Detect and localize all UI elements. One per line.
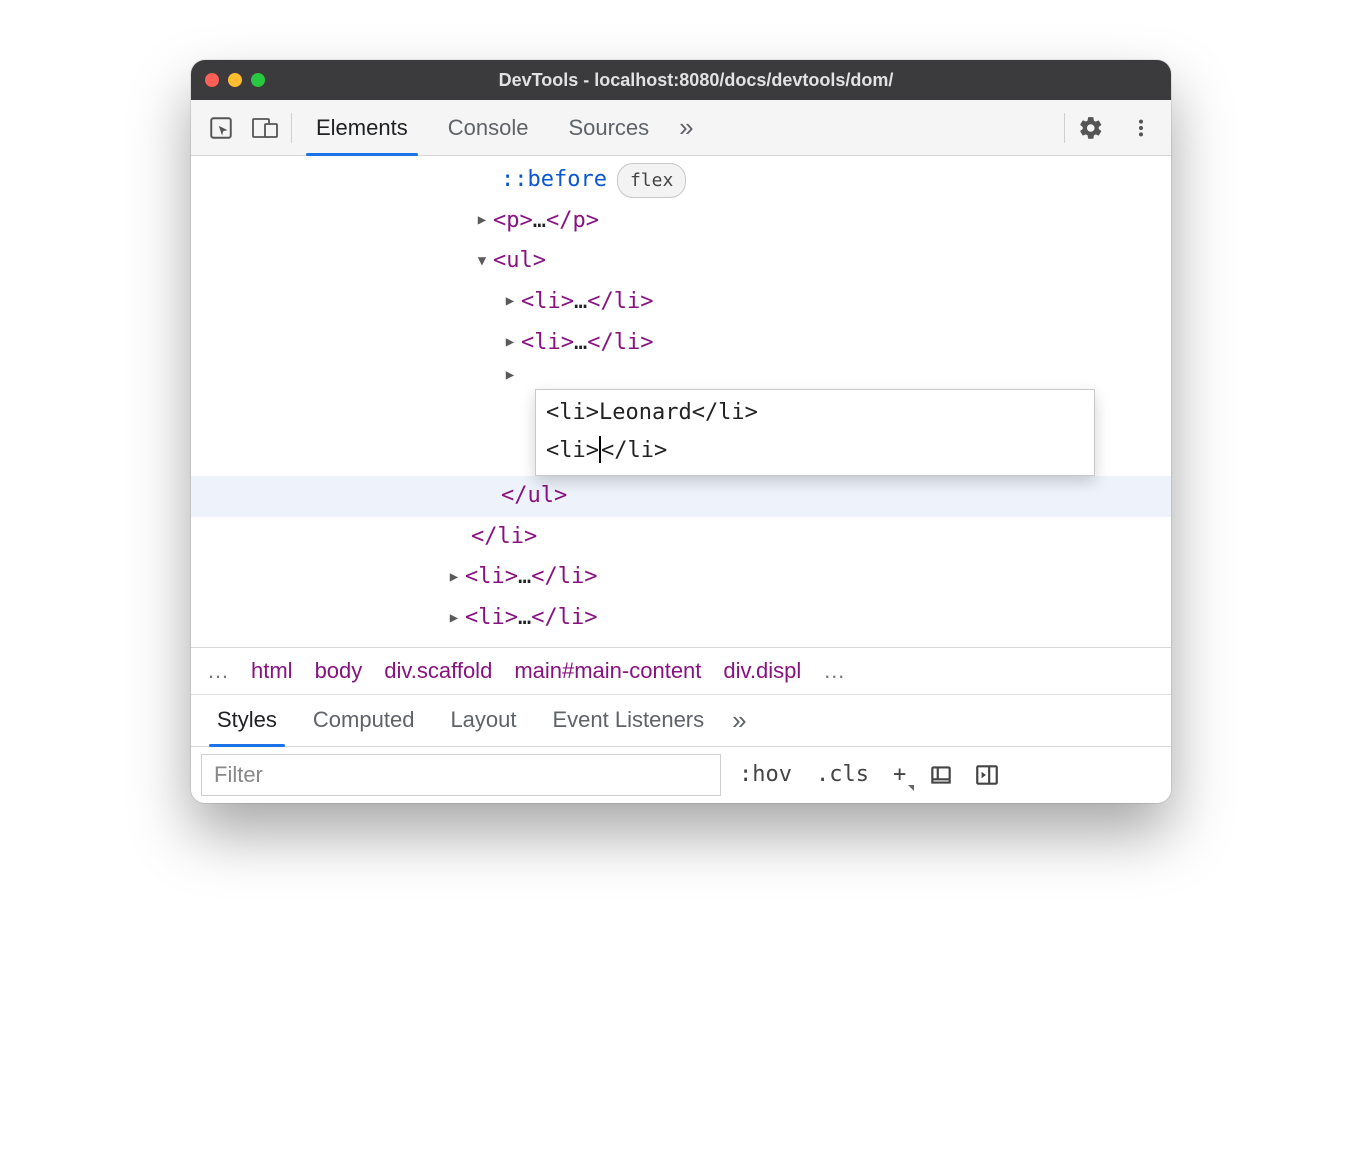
devtools-window: DevTools - localhost:8080/docs/devtools/… bbox=[191, 60, 1171, 803]
new-style-rule-button[interactable]: + bbox=[887, 753, 912, 797]
titlebar-title: DevTools - localhost:8080/docs/devtools/… bbox=[275, 70, 1117, 91]
computed-styles-icon[interactable] bbox=[924, 762, 958, 788]
hov-toggle-button[interactable]: :hov bbox=[733, 753, 798, 797]
expand-caret-icon[interactable]: ▶ bbox=[447, 606, 461, 632]
tag-ul-close: </ul> bbox=[501, 476, 567, 517]
tree-row-li-close[interactable]: </li> bbox=[191, 517, 1171, 558]
tree-row-p[interactable]: ▶ <p>…</p> bbox=[191, 201, 1171, 242]
tree-row-ul[interactable]: ▼ <ul> bbox=[191, 241, 1171, 282]
subtab-computed-label: Computed bbox=[313, 707, 415, 733]
tree-row-li[interactable]: ▶ <li>…</li> bbox=[191, 282, 1171, 323]
main-tabstrip: Elements Console Sources » bbox=[296, 100, 1060, 155]
tab-elements[interactable]: Elements bbox=[296, 100, 428, 155]
tag-li-open: <li> bbox=[465, 598, 518, 639]
subtab-layout-label: Layout bbox=[450, 707, 516, 733]
tree-row-li[interactable]: ▶ <li>…</li> bbox=[191, 323, 1171, 364]
kebab-menu-icon[interactable] bbox=[1119, 106, 1163, 150]
tag-li-open: <li> bbox=[521, 282, 574, 323]
tag-li-close: </li> bbox=[531, 598, 597, 639]
edit-seg-b: </li> bbox=[601, 438, 667, 463]
tab-elements-label: Elements bbox=[316, 115, 408, 141]
styles-filter-input[interactable] bbox=[201, 754, 721, 796]
crumb-main-content[interactable]: main#main-content bbox=[514, 658, 701, 684]
subtab-styles-label: Styles bbox=[217, 707, 277, 733]
close-window-button[interactable] bbox=[205, 73, 219, 87]
breadcrumb-ellipsis-right[interactable]: … bbox=[823, 658, 845, 684]
crumb-div-scaffold[interactable]: div.scaffold bbox=[384, 658, 492, 684]
tab-console[interactable]: Console bbox=[428, 100, 549, 155]
minimize-window-button[interactable] bbox=[228, 73, 242, 87]
subtab-event-listeners[interactable]: Event Listeners bbox=[535, 695, 723, 746]
expand-caret-icon[interactable]: ▶ bbox=[447, 565, 461, 591]
edit-line-2: <li></li> bbox=[546, 432, 1084, 469]
toolbar-divider bbox=[291, 113, 292, 143]
cls-toggle-button[interactable]: .cls bbox=[810, 753, 875, 797]
breadcrumb-ellipsis-left[interactable]: … bbox=[207, 658, 229, 684]
breadcrumb: … html body div.scaffold main#main-conte… bbox=[191, 647, 1171, 695]
ellipsis: … bbox=[518, 598, 531, 639]
tree-row-ul-close[interactable]: </ul> bbox=[191, 476, 1171, 517]
inspect-element-icon[interactable] bbox=[199, 106, 243, 150]
styles-subtabs: Styles Computed Layout Event Listeners » bbox=[191, 695, 1171, 747]
subtab-styles[interactable]: Styles bbox=[199, 695, 295, 746]
edit-seg-a: <li> bbox=[546, 438, 599, 463]
more-subtabs-chevron-icon[interactable]: » bbox=[722, 705, 756, 736]
pseudo-before: ::before bbox=[501, 160, 607, 201]
tag-li-close: </li> bbox=[587, 282, 653, 323]
tag-outer-li-close: </li> bbox=[471, 517, 537, 558]
toggle-sidebar-icon[interactable] bbox=[970, 762, 1004, 788]
subtab-computed[interactable]: Computed bbox=[295, 695, 433, 746]
ellipsis: … bbox=[533, 201, 546, 242]
collapse-caret-icon[interactable]: ▼ bbox=[475, 249, 489, 275]
subtab-layout[interactable]: Layout bbox=[432, 695, 534, 746]
tab-sources-label: Sources bbox=[568, 115, 649, 141]
titlebar: DevTools - localhost:8080/docs/devtools/… bbox=[191, 60, 1171, 100]
toolbar-divider bbox=[1064, 113, 1065, 143]
expand-caret-icon[interactable]: ▶ bbox=[503, 289, 517, 315]
tree-row-li[interactable]: ▶ <li>…</li> bbox=[191, 557, 1171, 598]
expand-caret-icon[interactable]: ▶ bbox=[475, 208, 489, 234]
expand-caret-icon[interactable]: ▶ bbox=[503, 330, 517, 356]
traffic-lights bbox=[205, 73, 265, 87]
more-tabs-chevron-icon[interactable]: » bbox=[669, 100, 703, 155]
tag-li-open: <li> bbox=[465, 557, 518, 598]
tag-li-close: </li> bbox=[531, 557, 597, 598]
toolbar-right-icons bbox=[1069, 106, 1163, 150]
device-toggle-icon[interactable] bbox=[243, 106, 287, 150]
tag-li-open: <li> bbox=[521, 323, 574, 364]
edit-line-1: <li>Leonard</li> bbox=[546, 394, 1084, 431]
maximize-window-button[interactable] bbox=[251, 73, 265, 87]
tab-console-label: Console bbox=[448, 115, 529, 141]
ellipsis: … bbox=[518, 557, 531, 598]
ellipsis: … bbox=[574, 323, 587, 364]
display-pill: flex bbox=[617, 163, 686, 198]
tag-p-open: <p> bbox=[493, 201, 533, 242]
crumb-html[interactable]: html bbox=[251, 658, 293, 684]
crumb-div-displ[interactable]: div.displ bbox=[723, 658, 801, 684]
crumb-body[interactable]: body bbox=[315, 658, 363, 684]
elements-tree[interactable]: ::before flex ▶ <p>…</p> ▼ <ul> ▶ <li>…<… bbox=[191, 156, 1171, 647]
tag-ul-open: <ul> bbox=[493, 241, 546, 282]
tag-li-close: </li> bbox=[587, 323, 653, 364]
tag-p-close: </p> bbox=[546, 201, 599, 242]
html-edit-box[interactable]: <li>Leonard</li> <li></li> bbox=[535, 389, 1095, 476]
ellipsis: … bbox=[574, 282, 587, 323]
expand-caret-icon[interactable]: ▶ bbox=[503, 363, 517, 389]
main-toolbar: Elements Console Sources » bbox=[191, 100, 1171, 156]
tab-sources[interactable]: Sources bbox=[548, 100, 669, 155]
tree-row-li-editing[interactable]: ▶ bbox=[191, 363, 1171, 389]
tree-row-before[interactable]: ::before flex bbox=[191, 160, 1171, 201]
settings-gear-icon[interactable] bbox=[1069, 106, 1113, 150]
tree-row-li[interactable]: ▶ <li>…</li> bbox=[191, 598, 1171, 639]
styles-filter-bar: :hov .cls + bbox=[191, 747, 1171, 803]
subtab-eventlisteners-label: Event Listeners bbox=[553, 707, 705, 733]
